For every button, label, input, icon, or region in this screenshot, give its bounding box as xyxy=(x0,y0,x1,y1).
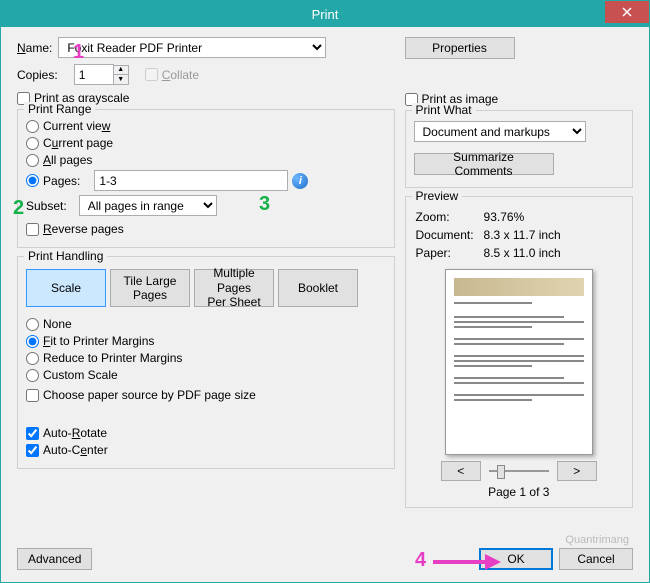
printer-name-select[interactable]: Foxit Reader PDF Printer xyxy=(58,37,326,58)
summarize-button[interactable]: Summarize Comments xyxy=(414,153,554,175)
current-page-label: Current page xyxy=(43,136,113,150)
properties-button[interactable]: Properties xyxy=(405,37,515,59)
zoom-value: 93.76% xyxy=(484,209,569,225)
next-page-button[interactable]: > xyxy=(557,461,597,481)
tab-multiple[interactable]: Multiple PagesPer Sheet xyxy=(194,269,274,307)
page-indicator: Page 1 of 3 xyxy=(414,485,624,499)
auto-center-label: Auto-Center xyxy=(43,443,108,457)
preview-group: Preview Zoom:93.76% Document:8.3 x 11.7 … xyxy=(405,196,633,508)
spin-down-icon[interactable]: ▼ xyxy=(114,75,128,84)
print-what-group: Print What Document and markups Summariz… xyxy=(405,110,633,188)
cancel-button[interactable]: Cancel xyxy=(559,548,633,570)
close-button[interactable] xyxy=(605,1,649,23)
paper-source-label: Choose paper source by PDF page size xyxy=(43,388,256,402)
fit-radio[interactable] xyxy=(26,335,39,348)
tab-booklet[interactable]: Booklet xyxy=(278,269,358,307)
current-page-radio[interactable] xyxy=(26,137,39,150)
all-pages-label: All pages xyxy=(43,153,92,167)
watermark: Quantrimang xyxy=(565,534,629,546)
page-preview xyxy=(445,269,593,455)
pages-label: Pages: xyxy=(43,174,80,188)
prev-page-button[interactable]: < xyxy=(441,461,481,481)
custom-radio[interactable] xyxy=(26,369,39,382)
tab-scale[interactable]: Scale xyxy=(26,269,106,307)
doc-value: 8.3 x 11.7 inch xyxy=(484,227,569,243)
paper-value: 8.5 x 11.0 inch xyxy=(484,245,569,261)
auto-center-checkbox[interactable] xyxy=(26,444,39,457)
close-icon xyxy=(622,7,632,17)
pages-radio[interactable] xyxy=(26,174,39,187)
subset-label: Subset: xyxy=(26,199,67,213)
print-dialog: Print Name: Foxit Reader PDF Printer Cop… xyxy=(0,0,650,583)
reverse-checkbox[interactable] xyxy=(26,223,39,236)
collate-label: Collate xyxy=(162,68,199,82)
info-icon[interactable]: i xyxy=(292,173,308,189)
reduce-radio[interactable] xyxy=(26,352,39,365)
copies-input[interactable] xyxy=(74,64,114,85)
zoom-label: Zoom: xyxy=(416,209,482,225)
copies-label: Copies: xyxy=(17,68,58,82)
print-what-select[interactable]: Document and markups xyxy=(414,121,586,142)
subset-select[interactable]: All pages in range xyxy=(79,195,217,216)
advanced-button[interactable]: Advanced xyxy=(17,548,92,570)
current-view-radio[interactable] xyxy=(26,120,39,133)
paper-source-checkbox[interactable] xyxy=(26,389,39,402)
print-range-group: Print Range Current view Current page Al… xyxy=(17,109,395,248)
page-slider[interactable] xyxy=(489,462,549,480)
spin-up-icon[interactable]: ▲ xyxy=(114,66,128,75)
chevron-right-icon: > xyxy=(573,464,580,478)
doc-label: Document: xyxy=(416,227,482,243)
chevron-left-icon: < xyxy=(457,464,464,478)
reverse-label: Reverse pages xyxy=(43,222,124,236)
none-radio[interactable] xyxy=(26,318,39,331)
preview-legend: Preview xyxy=(412,189,463,203)
reduce-label: Reduce to Printer Margins xyxy=(43,351,182,365)
titlebar: Print xyxy=(1,1,649,27)
auto-rotate-label: Auto-Rotate xyxy=(43,426,107,440)
tab-tile[interactable]: Tile LargePages xyxy=(110,269,190,307)
window-title: Print xyxy=(312,7,339,22)
auto-rotate-checkbox[interactable] xyxy=(26,427,39,440)
copies-spinner[interactable]: ▲▼ xyxy=(114,65,129,85)
print-handling-group: Print Handling Scale Tile LargePages Mul… xyxy=(17,256,395,469)
pages-input[interactable] xyxy=(94,170,288,191)
fit-label: Fit to Printer Margins xyxy=(43,334,154,348)
name-label: Name: xyxy=(17,41,52,55)
print-range-legend: Print Range xyxy=(24,102,95,116)
none-label: None xyxy=(43,317,72,331)
print-handling-legend: Print Handling xyxy=(24,249,107,263)
custom-label: Custom Scale xyxy=(43,368,118,382)
paper-label: Paper: xyxy=(416,245,482,261)
ok-button[interactable]: OK xyxy=(479,548,553,570)
collate-checkbox xyxy=(145,68,158,81)
preview-info: Zoom:93.76% Document:8.3 x 11.7 inch Pap… xyxy=(414,207,571,263)
all-pages-radio[interactable] xyxy=(26,154,39,167)
print-what-legend: Print What xyxy=(412,103,476,117)
current-view-label: Current view xyxy=(43,119,110,133)
